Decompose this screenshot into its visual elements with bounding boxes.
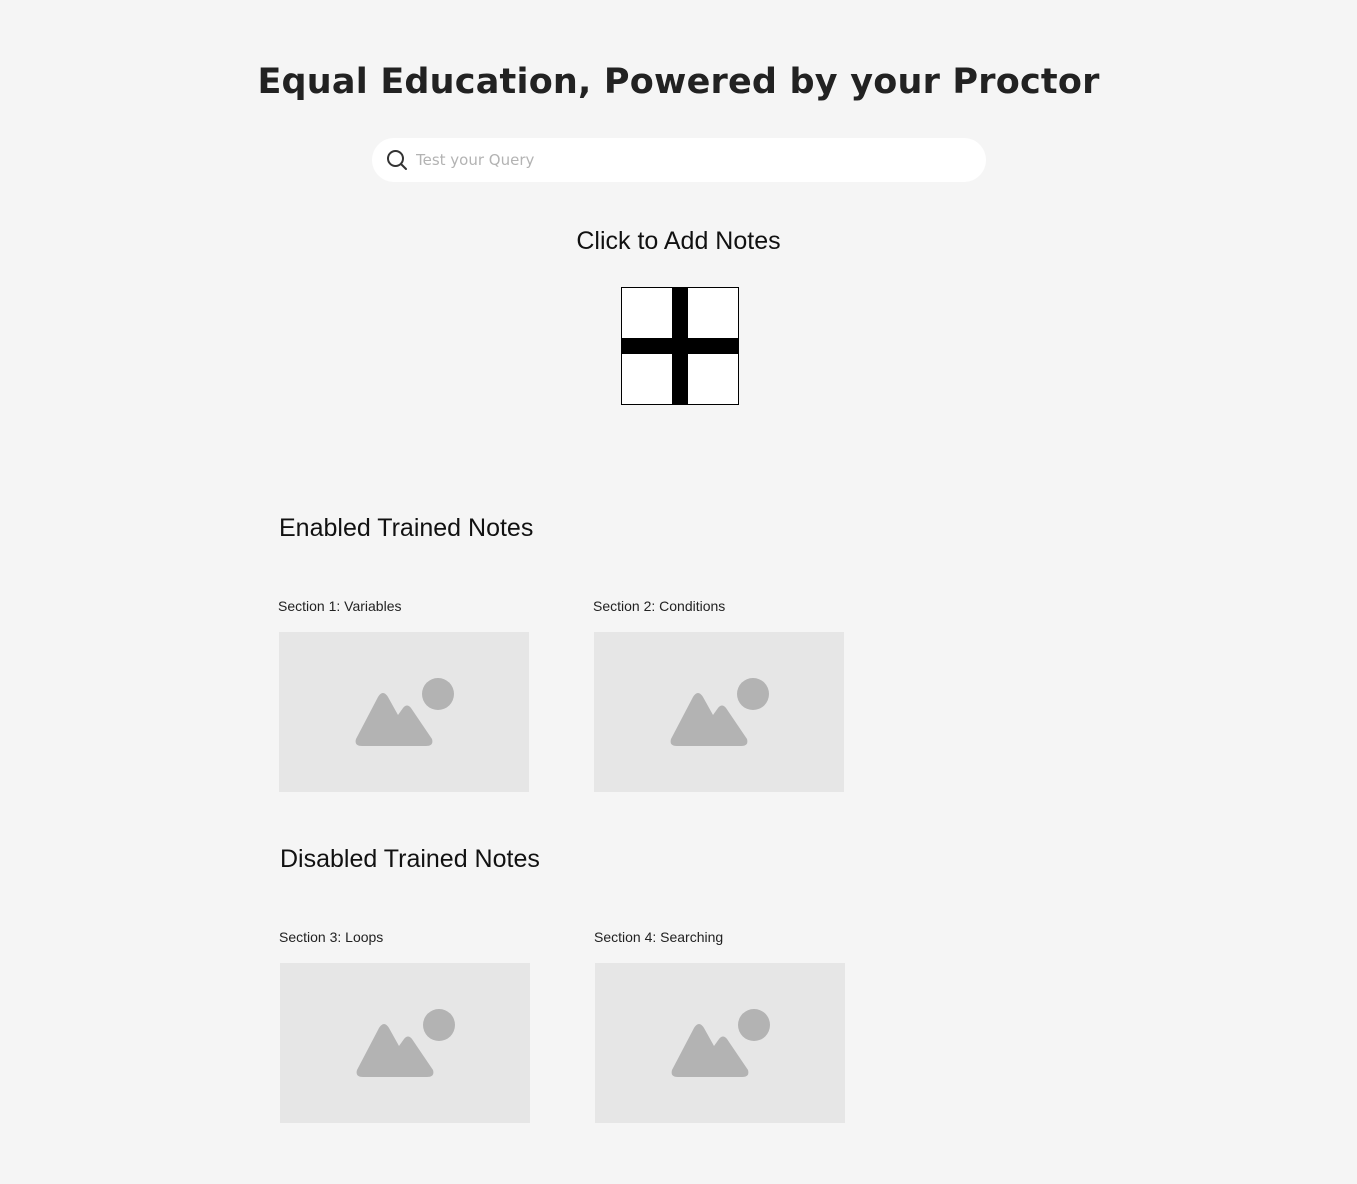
page-title: Equal Education, Powered by your Proctor (257, 62, 1100, 102)
note-card-conditions[interactable]: Section 2: Conditions (593, 597, 845, 792)
disabled-notes-heading: Disabled Trained Notes (280, 845, 540, 873)
note-thumbnail[interactable] (280, 963, 530, 1123)
image-placeholder-icon (356, 1009, 455, 1077)
enabled-notes-heading: Enabled Trained Notes (279, 514, 534, 542)
add-note-button[interactable] (621, 287, 739, 405)
image-placeholder-icon (670, 678, 769, 746)
note-card-variables[interactable]: Section 1: Variables (278, 597, 530, 792)
note-card-searching[interactable]: Section 4: Searching (594, 928, 846, 1123)
note-title: Section 1: Variables (278, 598, 402, 614)
note-thumbnail[interactable] (595, 963, 845, 1123)
search-bar[interactable] (372, 138, 986, 182)
note-title: Section 4: Searching (594, 929, 724, 945)
note-thumbnail[interactable] (279, 632, 529, 792)
add-notes-label: Click to Add Notes (576, 227, 781, 255)
image-placeholder-icon (355, 678, 454, 746)
note-title: Section 2: Conditions (593, 598, 726, 614)
note-card-loops[interactable]: Section 3: Loops (279, 928, 531, 1123)
search-input[interactable] (416, 138, 956, 182)
note-thumbnail[interactable] (594, 632, 844, 792)
search-icon (386, 149, 408, 171)
note-title: Section 3: Loops (279, 929, 384, 945)
image-placeholder-icon (671, 1009, 770, 1077)
